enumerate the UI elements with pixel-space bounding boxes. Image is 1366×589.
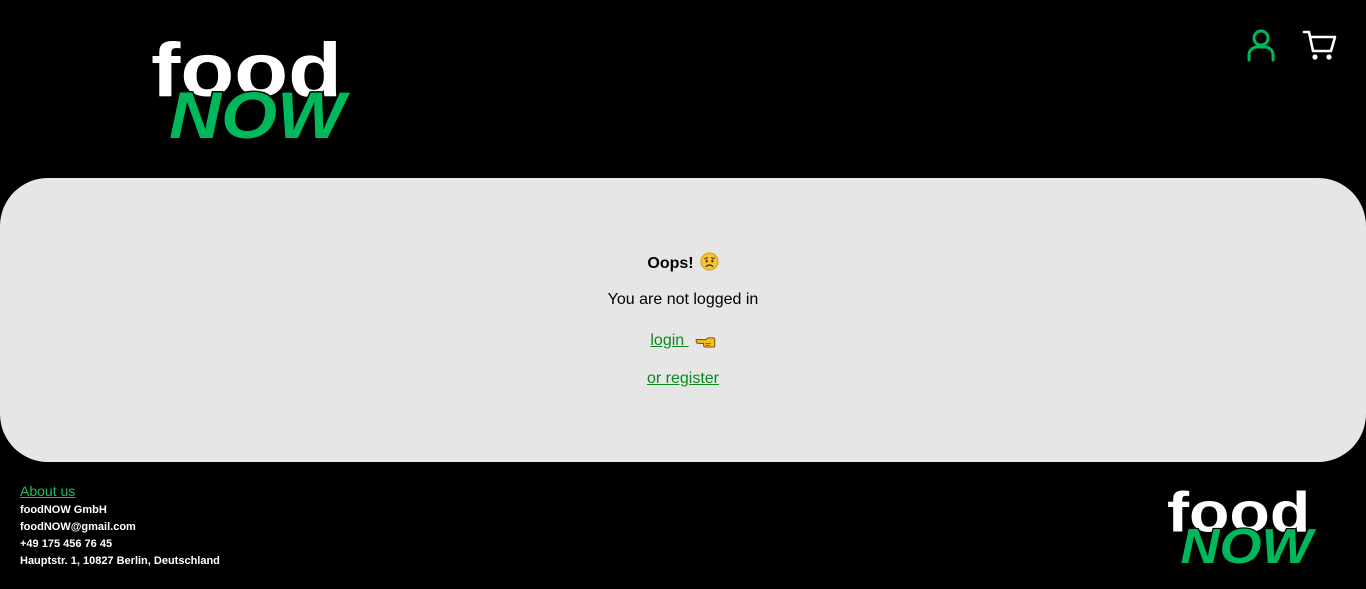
page: food NOW Oops! You are not logged in log… bbox=[0, 0, 1366, 589]
company-email: foodNOW@gmail.com bbox=[20, 521, 136, 533]
company-name: foodNOW GmbH bbox=[20, 504, 107, 516]
company-phone: +49 175 456 76 45 bbox=[20, 538, 113, 550]
not-logged-in-message: You are not logged in bbox=[607, 291, 759, 308]
about-us-link[interactable]: About us bbox=[20, 483, 75, 499]
logo-graphic: food NOW bbox=[151, 28, 352, 154]
logo[interactable]: food NOW bbox=[151, 28, 352, 154]
sad-face-icon bbox=[700, 252, 719, 271]
cart-button[interactable] bbox=[1302, 28, 1338, 62]
oops-heading-text: Oops! bbox=[647, 255, 694, 272]
logo-text-now: NOW bbox=[169, 78, 350, 152]
header: food NOW bbox=[0, 0, 1366, 178]
register-link[interactable]: or register bbox=[647, 370, 719, 387]
footer: About us foodNOW GmbH foodNOW@gmail.com … bbox=[0, 462, 1366, 589]
footer-logo[interactable]: food NOW bbox=[1167, 481, 1318, 576]
pointing-hand-icon bbox=[695, 335, 716, 348]
account-button[interactable] bbox=[1245, 28, 1277, 62]
register-link-row: or register bbox=[0, 370, 1366, 388]
footer-logo-graphic: food NOW bbox=[1167, 481, 1318, 576]
footer-logo-text-now: NOW bbox=[1181, 519, 1318, 574]
cart-icon bbox=[1302, 30, 1337, 60]
login-link-row: login bbox=[0, 332, 1366, 350]
login-link-label: login bbox=[650, 332, 685, 349]
company-address: Hauptstr. 1, 10827 Berlin, Deutschland bbox=[20, 555, 220, 567]
user-icon bbox=[1247, 29, 1275, 62]
oops-heading: Oops! bbox=[0, 252, 1366, 273]
not-logged-in-panel: Oops! You are not logged in login or reg… bbox=[0, 178, 1366, 462]
login-link[interactable]: login bbox=[650, 332, 715, 349]
